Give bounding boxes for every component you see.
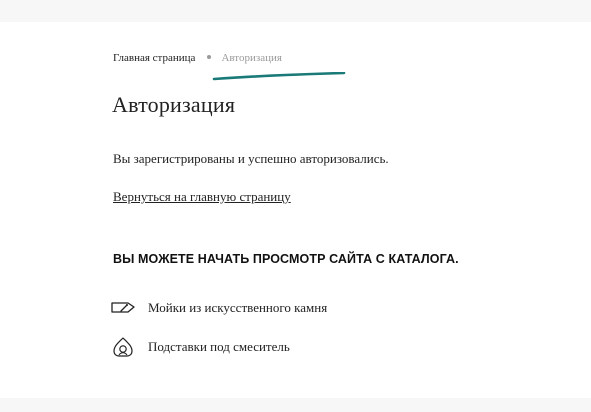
footer-bar bbox=[0, 398, 591, 412]
breadcrumb-separator bbox=[207, 55, 212, 60]
catalog-item-label: Подставки под смеситель bbox=[148, 339, 290, 354]
faucet-stand-icon bbox=[110, 336, 140, 358]
back-to-home-link[interactable]: Вернуться на главную страницу bbox=[113, 189, 291, 205]
catalog-item-faucet-stands[interactable]: Подставки под смеситель bbox=[110, 336, 290, 358]
page-title: Авторизация bbox=[112, 92, 236, 117]
breadcrumb-home-link[interactable]: Главная страница bbox=[113, 52, 195, 64]
top-bar bbox=[0, 0, 591, 22]
catalog-item-label: Мойки из искусственного камня bbox=[148, 300, 328, 315]
breadcrumb-current: Авторизация bbox=[221, 52, 282, 64]
sink-icon bbox=[110, 297, 140, 319]
catalog-heading: ВЫ МОЖЕТЕ НАЧАТЬ ПРОСМОТР САЙТА С КАТАЛО… bbox=[113, 252, 459, 266]
catalog-item-sinks[interactable]: Мойки из искусственного камня bbox=[110, 297, 327, 319]
annotation-underline bbox=[212, 72, 346, 81]
success-message: Вы зарегистрированы и успешно авторизова… bbox=[113, 151, 389, 166]
breadcrumb: Главная страница Авторизация bbox=[113, 52, 282, 64]
